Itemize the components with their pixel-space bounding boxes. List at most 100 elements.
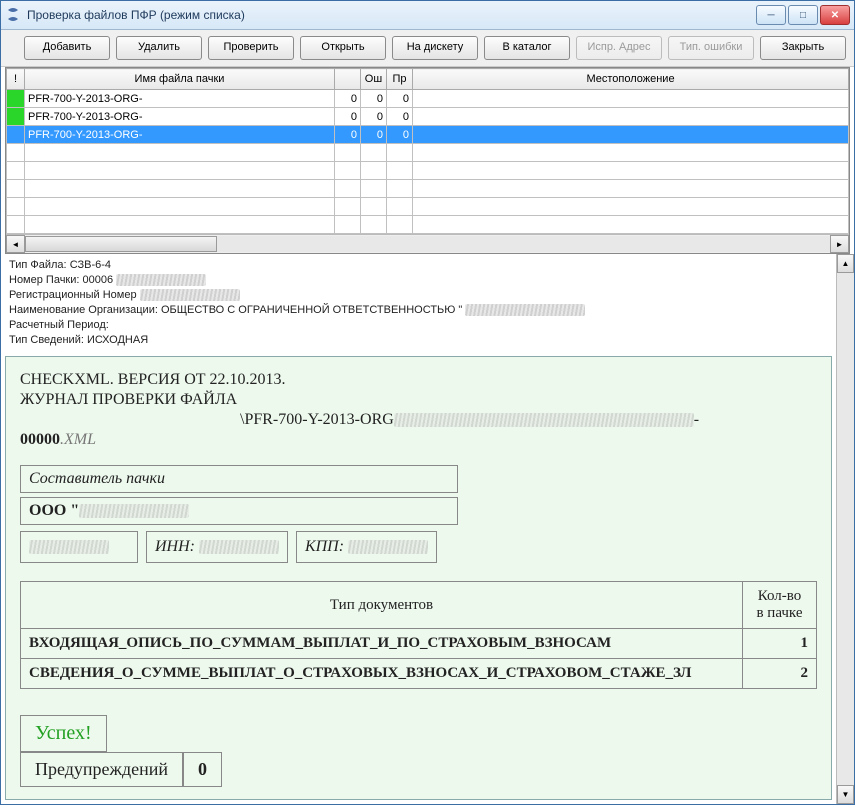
scroll-track[interactable] xyxy=(25,236,830,252)
doc-count: 1 xyxy=(743,629,817,659)
scroll-right-icon[interactable]: ► xyxy=(830,235,849,253)
redacted xyxy=(79,504,189,518)
window-controls: ─ □ ✕ xyxy=(756,5,850,25)
content-area: Тип Файла: СЗВ-6-4 Номер Пачки: 00006 Ре… xyxy=(1,254,854,804)
file-info-panel: Тип Файла: СЗВ-6-4 Номер Пачки: 00006 Ре… xyxy=(1,254,836,352)
doc-count: 2 xyxy=(743,659,817,689)
redacted xyxy=(348,540,428,554)
reg-no-label: Регистрационный Номер xyxy=(9,289,137,301)
open-button[interactable]: Открыть xyxy=(300,36,386,60)
titlebar: Проверка файлов ПФР (режим списка) ─ □ ✕ xyxy=(1,1,854,30)
col-n0[interactable] xyxy=(335,69,361,90)
file-type-value: СЗВ-6-4 xyxy=(70,259,111,271)
row-err: 0 xyxy=(361,126,387,144)
doc-row: ВХОДЯЩАЯ_ОПИСЬ_ПО_СУММАМ_ВЫПЛАТ_И_ПО_СТР… xyxy=(21,629,817,659)
row-n0: 0 xyxy=(335,108,361,126)
doc-row: СВЕДЕНИЯ_О_СУММЕ_ВЫПЛАТ_О_СТРАХОВЫХ_ВЗНО… xyxy=(21,659,817,689)
vscroll-track[interactable] xyxy=(837,273,854,785)
table-row[interactable] xyxy=(7,162,849,180)
minimize-button[interactable]: ─ xyxy=(756,5,786,25)
col-name[interactable]: Имя файла пачки xyxy=(25,69,335,90)
scroll-left-icon[interactable]: ◄ xyxy=(6,235,25,253)
delete-button[interactable]: Удалить xyxy=(116,36,202,60)
result-row: Успех! xyxy=(20,715,817,752)
table-row[interactable] xyxy=(7,198,849,216)
app-window: Проверка файлов ПФР (режим списка) ─ □ ✕… xyxy=(0,0,855,805)
row-location xyxy=(413,126,849,144)
ooo-box: ООО " xyxy=(20,497,458,525)
content-vscrollbar[interactable]: ▲ ▼ xyxy=(836,254,854,804)
file-grid[interactable]: ! Имя файла пачки Ош Пр Местоположение P… xyxy=(5,67,850,254)
inn-kpp-row: ИНН: КПП: xyxy=(20,531,817,563)
to-catalog-button[interactable]: В каталог xyxy=(484,36,570,60)
redacted xyxy=(140,289,240,301)
redacted xyxy=(199,540,279,554)
toolbar: Добавить Удалить Проверить Открыть На ди… xyxy=(1,30,854,67)
row-err: 0 xyxy=(361,108,387,126)
maximize-button[interactable]: □ xyxy=(788,5,818,25)
compiler-label: Составитель пачки xyxy=(29,470,165,487)
check-button[interactable]: Проверить xyxy=(208,36,294,60)
pack-no-value: 00006 xyxy=(83,274,114,286)
row-flag xyxy=(7,108,25,126)
to-floppy-button[interactable]: На дискету xyxy=(392,36,478,60)
table-row[interactable] xyxy=(7,144,849,162)
scroll-thumb[interactable] xyxy=(25,236,217,252)
table-row[interactable] xyxy=(7,216,849,234)
row-filename: PFR-700-Y-2013-ORG- xyxy=(25,126,335,144)
row-pr: 0 xyxy=(387,90,413,108)
col-err[interactable]: Ош xyxy=(361,69,387,90)
app-icon xyxy=(5,7,21,23)
table-row[interactable]: PFR-700-Y-2013-ORG-000 xyxy=(7,108,849,126)
table-row[interactable]: PFR-700-Y-2013-ORG-000 xyxy=(7,126,849,144)
row-filename: PFR-700-Y-2013-ORG- xyxy=(25,108,335,126)
doc-type-table: Тип документов Кол-вов пачке ВХОДЯЩАЯ_ОП… xyxy=(20,581,817,689)
redacted xyxy=(394,413,694,427)
scroll-down-icon[interactable]: ▼ xyxy=(837,785,854,804)
col-pr[interactable]: Пр xyxy=(387,69,413,90)
close-window-button[interactable]: ✕ xyxy=(820,5,850,25)
doc-name: СВЕДЕНИЯ_О_СУММЕ_ВЫПЛАТ_О_СТРАХОВЫХ_ВЗНО… xyxy=(21,659,743,689)
pack-no-label: Номер Пачки: xyxy=(9,274,79,286)
grid-hscrollbar[interactable]: ◄ ► xyxy=(6,234,849,253)
redacted xyxy=(465,304,585,316)
redacted xyxy=(116,274,206,286)
add-button[interactable]: Добавить xyxy=(24,36,110,60)
period-label: Расчетный Период: xyxy=(9,319,109,331)
row-n0: 0 xyxy=(335,126,361,144)
type-sved-label: Тип Сведений: xyxy=(9,334,84,346)
row-flag xyxy=(7,90,25,108)
scroll-up-icon[interactable]: ▲ xyxy=(837,254,854,273)
row-location xyxy=(413,108,849,126)
row-filename: PFR-700-Y-2013-ORG- xyxy=(25,90,335,108)
compiler-box: Составитель пачки xyxy=(20,465,458,493)
col-location[interactable]: Местоположение xyxy=(413,69,849,90)
table-row[interactable]: PFR-700-Y-2013-ORG-000 xyxy=(7,90,849,108)
report-path: \PFR-700-Y-2013-ORG- xyxy=(20,411,817,429)
file-type-label: Тип Файла: xyxy=(9,259,67,271)
row-pr: 0 xyxy=(387,108,413,126)
doc-name: ВХОДЯЩАЯ_ОПИСЬ_ПО_СУММАМ_ВЫПЛАТ_И_ПО_СТР… xyxy=(21,629,743,659)
row-n0: 0 xyxy=(335,90,361,108)
report-path-suffix: 00000.XML xyxy=(20,431,817,449)
type-errors-button: Тип. ошибки xyxy=(668,36,754,60)
close-button[interactable]: Закрыть xyxy=(760,36,846,60)
grid-header-row: ! Имя файла пачки Ош Пр Местоположение xyxy=(7,69,849,90)
doc-col-count: Кол-вов пачке xyxy=(743,582,817,629)
row-flag xyxy=(7,126,25,144)
col-flag[interactable]: ! xyxy=(7,69,25,90)
row-location xyxy=(413,90,849,108)
table-row[interactable] xyxy=(7,180,849,198)
ooo-value: ООО " xyxy=(29,502,79,519)
warn-row: Предупреждений 0 xyxy=(20,752,817,787)
type-sved-value: ИСХОДНАЯ xyxy=(87,334,148,346)
kpp-label: КПП: xyxy=(305,538,344,556)
path-prefix: \PFR-700-Y-2013-ORG xyxy=(240,411,394,428)
redacted xyxy=(29,540,109,554)
org-value: ОБЩЕСТВО С ОГРАНИЧЕННОЙ ОТВЕТСТВЕННОСТЬЮ… xyxy=(161,304,462,316)
report-panel: CHECKXML. ВЕРСИЯ ОТ 22.10.2013. ЖУРНАЛ П… xyxy=(5,356,832,800)
path-ext: .XML xyxy=(60,431,96,448)
report-header-1: CHECKXML. ВЕРСИЯ ОТ 22.10.2013. xyxy=(20,371,817,389)
warn-label: Предупреждений xyxy=(20,752,183,787)
success-cell: Успех! xyxy=(20,715,107,752)
